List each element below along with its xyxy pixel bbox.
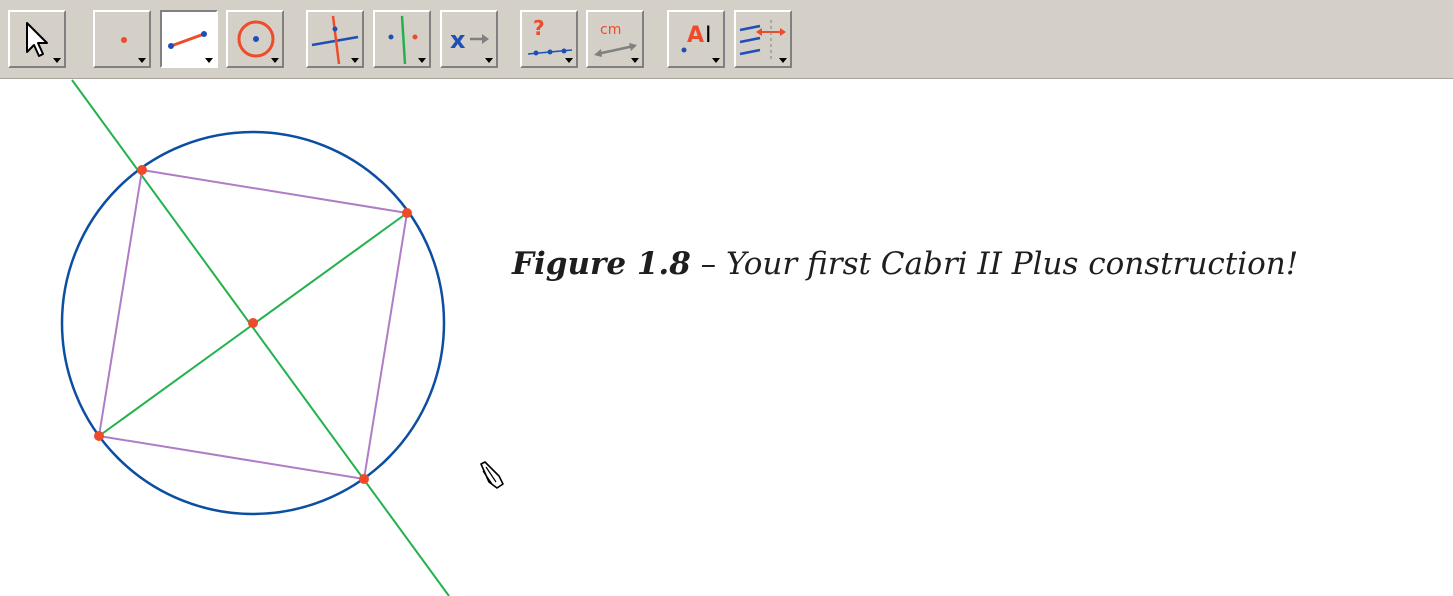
chevron-down-icon[interactable]: [631, 58, 639, 63]
chevron-down-icon[interactable]: [418, 58, 426, 63]
point-top-left[interactable]: [137, 165, 147, 175]
question-glyph: ?: [533, 16, 545, 40]
point-bottom-right[interactable]: [359, 474, 369, 484]
measure-tool-button[interactable]: cm: [586, 10, 644, 68]
inscribed-quadrilateral[interactable]: [97, 168, 409, 481]
label-a-glyph: A: [687, 23, 704, 48]
chevron-down-icon[interactable]: [565, 58, 573, 63]
macro-tool-button[interactable]: x: [440, 10, 498, 68]
curves-tool-button[interactable]: [226, 10, 284, 68]
transformations-tool-button[interactable]: [373, 10, 431, 68]
point-center[interactable]: [248, 318, 258, 328]
chevron-down-icon[interactable]: [712, 58, 720, 63]
check-property-tool-button[interactable]: ?: [520, 10, 578, 68]
text-cursor-glyph: I: [705, 23, 712, 48]
pencil-cursor-icon: [480, 461, 504, 489]
chevron-down-icon[interactable]: [53, 58, 61, 63]
figure-label: Figure 1.8: [512, 246, 691, 282]
caption-text: Your first Cabri II Plus construction!: [726, 246, 1299, 282]
chevron-down-icon[interactable]: [779, 58, 787, 63]
draw-tool-button[interactable]: [734, 10, 792, 68]
diameter-segment[interactable]: [98, 212, 408, 437]
chevron-down-icon[interactable]: [351, 58, 359, 63]
chevron-down-icon[interactable]: [205, 58, 213, 63]
toolbar: x ? cm A I: [0, 0, 1453, 79]
chevron-down-icon[interactable]: [485, 58, 493, 63]
points-tool-button[interactable]: [93, 10, 151, 68]
cm-glyph: cm: [600, 22, 621, 38]
caption-dash: –: [690, 246, 726, 282]
point-bottom-left[interactable]: [94, 431, 104, 441]
lines-tool-button[interactable]: [160, 10, 218, 68]
chevron-down-icon[interactable]: [138, 58, 146, 63]
constructions-tool-button[interactable]: [306, 10, 364, 68]
chevron-down-icon[interactable]: [271, 58, 279, 63]
macro-x-glyph: x: [450, 26, 466, 54]
perpendicular-line[interactable]: [71, 79, 450, 596]
circle[interactable]: [60, 130, 446, 516]
drawing-canvas[interactable]: [0, 0, 1453, 596]
point-top-right[interactable]: [402, 208, 412, 218]
figure-caption: Figure 1.8 – Your first Cabri II Plus co…: [512, 246, 1298, 282]
pointer-tool-button[interactable]: [8, 10, 66, 68]
display-tool-button[interactable]: A I: [667, 10, 725, 68]
